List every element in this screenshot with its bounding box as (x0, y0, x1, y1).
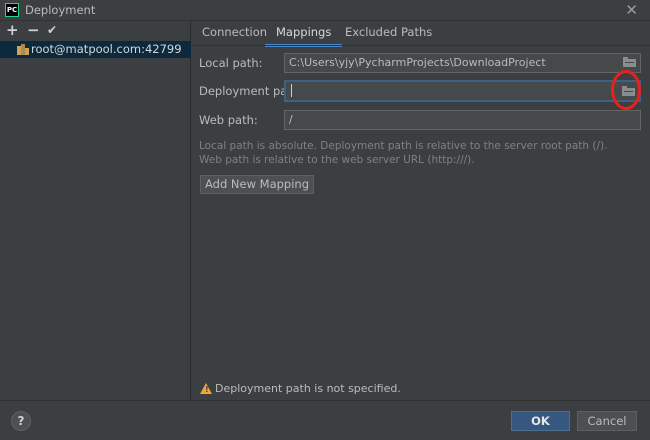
web-path-field[interactable]: / (284, 110, 641, 130)
remove-server-button[interactable]: − (27, 22, 40, 38)
tab-connection[interactable]: Connection (202, 25, 267, 44)
help-button[interactable]: ? (11, 411, 31, 431)
server-item[interactable]: root@matpool.com:42799 (0, 41, 191, 58)
local-path-label: Local path: (199, 56, 263, 70)
server-label: root@matpool.com:42799 (31, 42, 182, 56)
add-server-button[interactable]: + (6, 22, 19, 38)
help-text-line-2: Web path is relative to the web server U… (199, 154, 475, 166)
server-toolbar: + − ✔ (0, 21, 191, 41)
deployment-path-field[interactable] (284, 80, 641, 102)
tab-divider (192, 45, 650, 46)
deployment-path-browse-folder-icon[interactable] (622, 86, 635, 97)
title-bar: PC Deployment ✕ (0, 0, 650, 21)
web-path-label: Web path: (199, 113, 258, 127)
pycharm-logo-icon: PC (5, 3, 19, 17)
tab-bar: Connection Mappings Excluded Paths (192, 21, 650, 47)
sftp-server-icon (17, 44, 29, 55)
local-path-browse-folder-icon[interactable] (623, 57, 636, 68)
cancel-button[interactable]: Cancel (577, 411, 637, 431)
close-button[interactable]: ✕ (625, 1, 638, 19)
window-title: Deployment (25, 3, 96, 17)
ok-button[interactable]: OK (511, 411, 570, 431)
text-caret (291, 84, 292, 97)
add-new-mapping-button[interactable]: Add New Mapping (200, 175, 314, 194)
tab-excluded-paths[interactable]: Excluded Paths (345, 25, 432, 44)
set-default-button[interactable]: ✔ (47, 22, 57, 38)
tab-mappings[interactable]: Mappings (265, 25, 343, 47)
warning-text: Deployment path is not specified. (215, 382, 401, 395)
dialog-footer: ? OK Cancel (0, 400, 650, 440)
web-path-value: / (289, 113, 293, 126)
server-list-pane: + − ✔ root@matpool.com:42799 (0, 21, 191, 400)
help-text-line-1: Local path is absolute. Deployment path … (199, 140, 608, 152)
local-path-field[interactable]: C:\Users\yjy\PycharmProjects\DownloadPro… (284, 53, 641, 73)
local-path-value: C:\Users\yjy\PycharmProjects\DownloadPro… (289, 56, 546, 69)
